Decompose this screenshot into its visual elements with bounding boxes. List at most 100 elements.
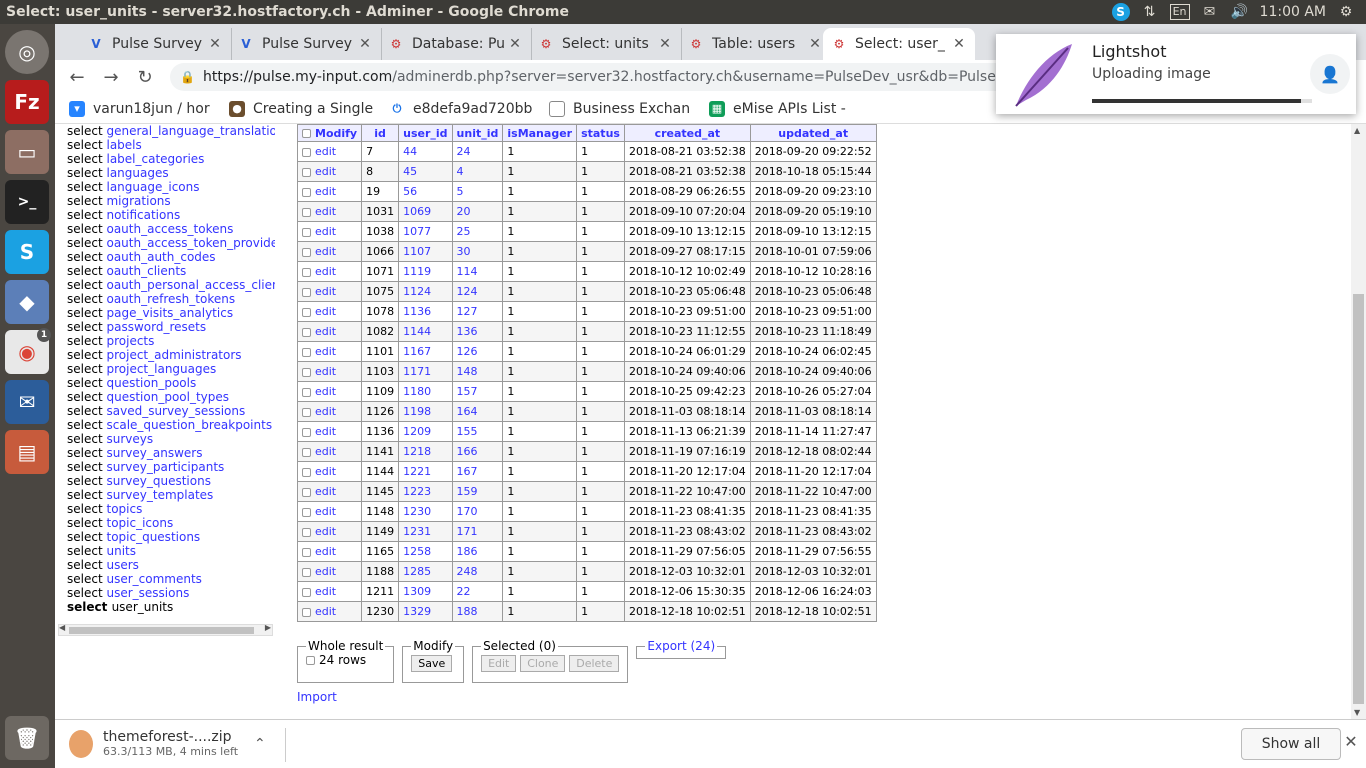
foreign-key-link[interactable]: 136 [457, 325, 478, 338]
foreign-key-link[interactable]: 1069 [403, 205, 431, 218]
file-manager-icon[interactable]: ▭ [5, 130, 49, 174]
close-icon[interactable]: ✕ [207, 36, 223, 52]
tab-table-users[interactable]: ⚙ Table: users ✕ [680, 28, 832, 60]
row-edit-link[interactable]: edit [315, 445, 336, 458]
import-link[interactable]: Import [297, 690, 337, 704]
foreign-key-link[interactable]: 1223 [403, 485, 431, 498]
forward-arrow-icon[interactable]: → [97, 63, 125, 91]
row-edit-link[interactable]: edit [315, 565, 336, 578]
menu-item-project-languages[interactable]: select project_languages [67, 362, 275, 376]
foreign-key-link[interactable]: 1136 [403, 305, 431, 318]
tab-pulse-survey-2[interactable]: V Pulse Survey ✕ [230, 28, 382, 60]
delete-button[interactable]: Delete [569, 655, 620, 672]
foreign-key-link[interactable]: 164 [457, 405, 478, 418]
foreign-key-link[interactable]: 20 [457, 205, 471, 218]
menu-horizontal-scrollbar[interactable]: ◀ ▶ [58, 623, 273, 636]
column-header-created-at[interactable]: created_at [623, 124, 751, 142]
modify-column-header[interactable]: Modify [296, 124, 363, 142]
column-header-isManager[interactable]: isManager [502, 124, 578, 142]
row-edit-link[interactable]: edit [315, 405, 336, 418]
menu-item-password-resets[interactable]: select password_resets [67, 320, 275, 334]
foreign-key-link[interactable]: 1144 [403, 325, 431, 338]
row-checkbox[interactable] [302, 387, 311, 397]
menu-item-topic-icons[interactable]: select topic_icons [67, 516, 275, 530]
menu-item-language-icons[interactable]: select language_icons [67, 180, 275, 194]
menu-item-project-administrators[interactable]: select project_administrators [67, 348, 275, 362]
scroll-left-icon[interactable]: ◀ [59, 623, 65, 632]
menu-item-survey-templates[interactable]: select survey_templates [67, 488, 275, 502]
foreign-key-link[interactable]: 248 [457, 565, 478, 578]
menu-item-current[interactable]: select user_units [67, 600, 275, 614]
row-edit-link[interactable]: edit [315, 265, 336, 278]
row-edit-link[interactable]: edit [315, 185, 336, 198]
foreign-key-link[interactable]: 1230 [403, 505, 431, 518]
foreign-key-link[interactable]: 1258 [403, 545, 431, 558]
row-checkbox[interactable] [302, 347, 311, 357]
row-checkbox[interactable] [302, 247, 311, 257]
foreign-key-link[interactable]: 44 [403, 145, 417, 158]
network-icon[interactable]: ⇅ [1140, 3, 1160, 21]
row-checkbox[interactable] [302, 327, 311, 337]
foreign-key-link[interactable]: 1218 [403, 445, 431, 458]
row-edit-link[interactable]: edit [315, 165, 336, 178]
clone-button[interactable]: Clone [520, 655, 566, 672]
column-header-id[interactable]: id [361, 124, 400, 142]
row-checkbox[interactable] [302, 427, 311, 437]
menu-item-question-pool-types[interactable]: select question_pool_types [67, 390, 275, 404]
menu-item-oauth-personal-access-clients[interactable]: select oauth_personal_access_clients [67, 278, 275, 292]
row-edit-link[interactable]: edit [315, 305, 336, 318]
bookmark-creating-single[interactable]: ● Creating a Single [229, 100, 375, 117]
close-icon[interactable]: ✕ [1341, 732, 1361, 751]
menu-item-surveys[interactable]: select surveys [67, 432, 275, 446]
row-edit-link[interactable]: edit [315, 505, 336, 518]
foreign-key-link[interactable]: 1107 [403, 245, 431, 258]
foreign-key-link[interactable]: 114 [457, 265, 478, 278]
foreign-key-link[interactable]: 167 [457, 465, 478, 478]
menu-item-survey-questions[interactable]: select survey_questions [67, 474, 275, 488]
row-checkbox[interactable] [302, 367, 311, 377]
foreign-key-link[interactable]: 1198 [403, 405, 431, 418]
row-edit-link[interactable]: edit [315, 525, 336, 538]
menu-item-label-categories[interactable]: select label_categories [67, 152, 275, 166]
terminal-icon[interactable]: >_ [5, 180, 49, 224]
foreign-key-link[interactable]: 188 [457, 605, 478, 618]
chevron-up-icon[interactable]: ⌃ [254, 736, 266, 752]
bookmark-bitbucket[interactable]: ▾ varun18jun / hor [69, 100, 215, 117]
foreign-key-link[interactable]: 1124 [403, 285, 431, 298]
row-checkbox[interactable] [302, 227, 311, 237]
foreign-key-link[interactable]: 157 [457, 385, 478, 398]
add-person-icon[interactable]: 👤 [1310, 54, 1350, 94]
row-checkbox[interactable] [302, 407, 311, 417]
foreign-key-link[interactable]: 1329 [403, 605, 431, 618]
row-edit-link[interactable]: edit [315, 365, 336, 378]
row-checkbox[interactable] [302, 207, 311, 217]
menu-item-migrations[interactable]: select migrations [67, 194, 275, 208]
column-header-user-id[interactable]: user_id [398, 124, 453, 142]
trash-icon[interactable]: 🗑 [5, 716, 49, 760]
menu-item-oauth-access-token-providers[interactable]: select oauth_access_token_providers [67, 236, 275, 250]
row-edit-link[interactable]: edit [315, 605, 336, 618]
foreign-key-link[interactable]: 56 [403, 185, 417, 198]
foreign-key-link[interactable]: 1309 [403, 585, 431, 598]
row-edit-link[interactable]: edit [315, 325, 336, 338]
show-all-button[interactable]: Show all [1241, 728, 1341, 760]
foreign-key-link[interactable]: 1167 [403, 345, 431, 358]
row-checkbox[interactable] [302, 187, 311, 197]
chrome-icon[interactable]: ◉ 1 [5, 328, 51, 374]
export-link[interactable]: Export (24) [647, 639, 715, 653]
foreign-key-link[interactable]: 25 [457, 225, 471, 238]
foreign-key-link[interactable]: 5 [457, 185, 464, 198]
dash-home-icon[interactable]: ◎ [5, 30, 49, 74]
foreign-key-link[interactable]: 1119 [403, 265, 431, 278]
back-arrow-icon[interactable]: ← [63, 63, 91, 91]
foreign-key-link[interactable]: 45 [403, 165, 417, 178]
menu-item-labels[interactable]: select labels [67, 138, 275, 152]
menu-item-user-sessions[interactable]: select user_sessions [67, 586, 275, 600]
foreign-key-link[interactable]: 155 [457, 425, 478, 438]
reload-icon[interactable]: ↻ [131, 63, 159, 91]
virtualbox-icon[interactable]: ◆ [5, 280, 49, 324]
close-icon[interactable]: ✕ [657, 36, 673, 52]
row-edit-link[interactable]: edit [315, 225, 336, 238]
foreign-key-link[interactable]: 124 [457, 285, 478, 298]
menu-item-survey-participants[interactable]: select survey_participants [67, 460, 275, 474]
